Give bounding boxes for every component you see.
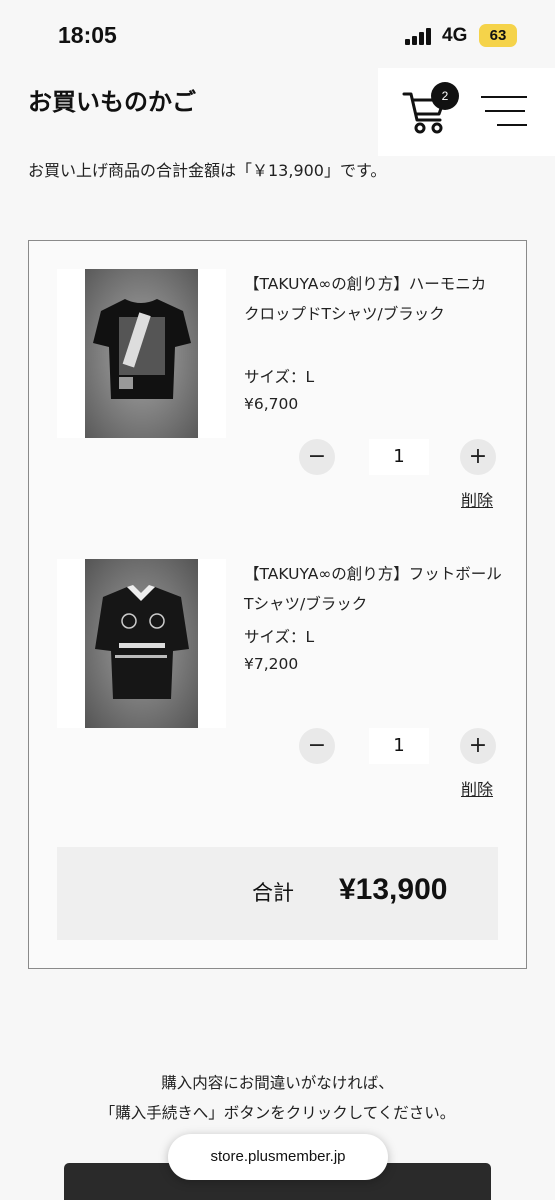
item-name[interactable]: 【TAKUYA∞の創り方】ハーモニカ クロップドTシャツ/ブラック bbox=[244, 269, 504, 329]
quantity-value[interactable]: 1 bbox=[369, 439, 429, 475]
item-name[interactable]: 【TAKUYA∞の創り方】フットボール Tシャツ/ブラック bbox=[244, 559, 504, 619]
browser-url-bar[interactable]: store.plusmember.jp bbox=[168, 1134, 388, 1180]
header-actions: 2 bbox=[378, 68, 555, 156]
hamburger-menu-icon[interactable] bbox=[481, 94, 527, 128]
quantity-increase-button[interactable]: + bbox=[460, 728, 496, 764]
notice-line-1: 購入内容にお間違いがなければ、 bbox=[161, 1074, 394, 1092]
minus-icon: − bbox=[307, 444, 327, 469]
notice-line-2: 「購入手続きへ」ボタンをクリックしてください。 bbox=[99, 1104, 456, 1122]
total-label: 合計 bbox=[252, 881, 294, 905]
cart-panel: 【TAKUYA∞の創り方】ハーモニカ クロップドTシャツ/ブラック サイズ：L … bbox=[28, 240, 527, 969]
delete-item-link[interactable]: 削除 bbox=[461, 487, 493, 511]
battery-icon: 63 bbox=[479, 24, 517, 47]
cart-summary-text: お買い上げ商品の合計金額は「￥13,900」です。 bbox=[28, 161, 387, 180]
total-amount: ¥13,900 bbox=[339, 873, 448, 906]
status-time: 18:05 bbox=[58, 22, 117, 48]
minus-icon: − bbox=[307, 733, 327, 758]
item-price: ¥6,700 bbox=[244, 395, 299, 413]
quantity-value[interactable]: 1 bbox=[369, 728, 429, 764]
page-title: お買いものかご bbox=[28, 88, 196, 116]
total-box: 合計 ¥13,900 bbox=[57, 847, 498, 940]
plus-icon: + bbox=[468, 444, 488, 469]
product-image-football-tshirt[interactable] bbox=[57, 559, 226, 728]
checkout-notice: 購入内容にお間違いがなければ、 「購入手続きへ」ボタンをクリックしてください。 bbox=[0, 1068, 555, 1128]
quantity-decrease-button[interactable]: − bbox=[299, 728, 335, 764]
item-size: サイズ：L bbox=[244, 368, 315, 386]
status-bar: 18:05 4G 63 bbox=[0, 0, 555, 70]
cart-count-badge: 2 bbox=[431, 82, 459, 110]
item-size: サイズ：L bbox=[244, 628, 315, 646]
product-image-harmonica-tshirt[interactable] bbox=[57, 269, 226, 438]
plus-icon: + bbox=[468, 733, 488, 758]
item-price: ¥7,200 bbox=[244, 655, 299, 673]
signal-icon bbox=[405, 27, 435, 45]
quantity-increase-button[interactable]: + bbox=[460, 439, 496, 475]
delete-item-link[interactable]: 削除 bbox=[461, 776, 493, 800]
network-label: 4G bbox=[442, 25, 468, 46]
quantity-decrease-button[interactable]: − bbox=[299, 439, 335, 475]
